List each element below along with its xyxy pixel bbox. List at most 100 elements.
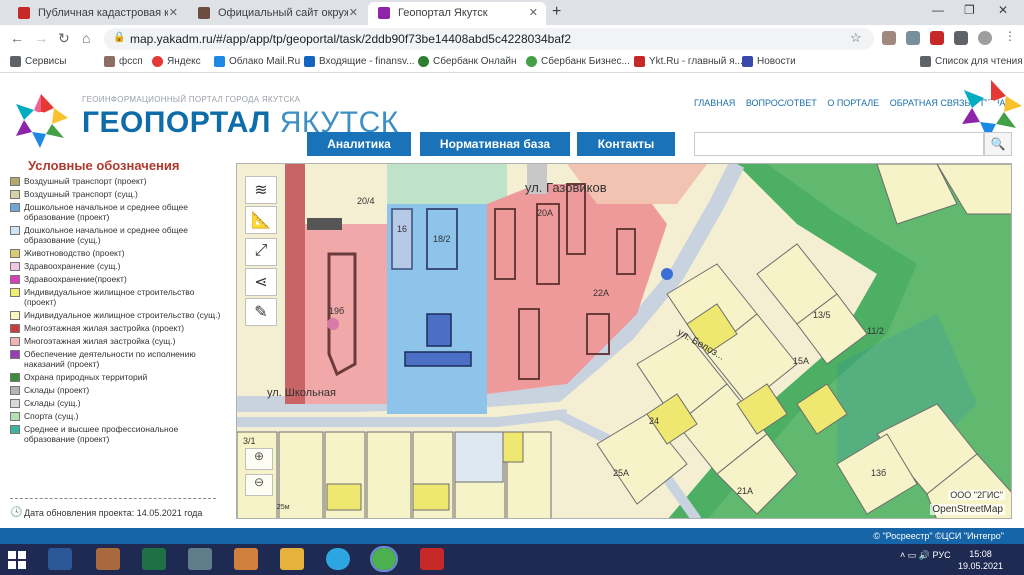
legend-item: Склады (проект)	[8, 385, 226, 395]
sberbank-icon	[526, 56, 537, 67]
legend-swatch	[10, 412, 20, 421]
share-icon[interactable]: ⋖	[245, 268, 277, 296]
calculator-icon[interactable]	[188, 548, 212, 570]
avatar[interactable]	[978, 31, 992, 45]
edit-icon[interactable]: ✎	[245, 298, 277, 326]
extension-icon[interactable]	[882, 31, 896, 45]
menu-about[interactable]: О ПОРТАЛЕ	[827, 98, 879, 108]
reading-list[interactable]: Список для чтения	[920, 56, 1023, 67]
bookmark-services[interactable]: Сервисы	[10, 56, 66, 67]
forward-icon[interactable]: →	[34, 30, 48, 46]
close-window-icon[interactable]: ✕	[998, 3, 1008, 17]
yandex-icon	[152, 56, 163, 67]
legend-item: Многоэтажная жилая застройка (проект)	[8, 323, 226, 333]
map-legend: Условные обозначения Воздушный транспорт…	[8, 158, 226, 528]
legend-item: Обеспечение деятельности по исполнению н…	[8, 349, 226, 369]
regulations-button[interactable]: Нормативная база	[420, 132, 570, 156]
site-favicon-icon	[198, 7, 210, 19]
menu-home[interactable]: ГЛАВНАЯ	[694, 98, 735, 108]
zoom-out-icon[interactable]: ⊖	[245, 474, 273, 496]
reload-icon[interactable]: ↻	[58, 30, 70, 47]
zoom-in-icon[interactable]: ⊕	[245, 448, 273, 470]
legend-item: Здравоохранение(проект)	[8, 274, 226, 284]
attribution-osm[interactable]: OpenStreetMap	[930, 504, 1005, 515]
tab-cadastral[interactable]: Публичная кадастровая карта ✕	[8, 2, 186, 25]
legend-item: Животноводство (проект)	[8, 248, 226, 258]
back-icon[interactable]: ←	[10, 30, 24, 46]
network-icon[interactable]: ▭	[908, 550, 917, 560]
sberbank-icon	[418, 56, 429, 67]
address-bar[interactable]: 🔒 map.yakadm.ru/#/app/app/tp/geoportal/t…	[104, 28, 874, 50]
paint-icon[interactable]	[234, 548, 258, 570]
close-icon[interactable]: ✕	[529, 6, 538, 19]
lot-label: 20А	[537, 208, 553, 218]
minimize-icon[interactable]: —	[932, 3, 944, 17]
site-favicon-icon	[18, 7, 30, 19]
telegram-icon[interactable]	[326, 548, 350, 570]
bookmark-fssp[interactable]: фссп	[104, 56, 143, 67]
copyright-bar: © "Росреестр" ©ЦСИ "Интегро"	[0, 528, 1024, 544]
legend-item: Охрана природных территорий	[8, 372, 226, 382]
apps-grid-icon	[10, 56, 21, 67]
legend-item: Индивидуальное жилищное строительство (с…	[8, 310, 226, 320]
search-icon[interactable]: 🔍	[984, 132, 1012, 156]
chrome-icon[interactable]	[370, 546, 398, 572]
pdf-reader-icon[interactable]	[420, 548, 444, 570]
attribution-2gis: ООО "2ГИС"	[948, 490, 1005, 500]
search-input[interactable]	[694, 132, 984, 156]
bookmark-sberbank-business[interactable]: Сбербанк Бизнес...	[526, 56, 630, 67]
cloud-icon	[214, 56, 225, 67]
taskbar-clock[interactable]: 15:08 19.05.2021	[958, 548, 1003, 572]
lot-label: 3/1	[243, 436, 256, 446]
lot-label: 11/2	[867, 326, 884, 336]
close-icon[interactable]: ✕	[169, 6, 178, 19]
legend-item: Воздушный транспорт (проект)	[8, 176, 226, 186]
lot-label: 22А	[593, 288, 609, 298]
bookmark-sberbank[interactable]: Сбербанк Онлайн	[418, 56, 517, 67]
analytics-button[interactable]: Аналитика	[307, 132, 411, 156]
bookmark-news[interactable]: Новости	[742, 56, 796, 67]
bookmark-cloud-mail[interactable]: Облако Mail.Ru	[214, 56, 300, 67]
layers-icon[interactable]: ≋	[245, 176, 277, 204]
tab-geoportal[interactable]: Геопортал Якутск ✕	[368, 2, 546, 25]
fullscreen-icon[interactable]: ⤢	[245, 238, 277, 266]
legend-update-date: 🕓 Дата обновления проекта: 14.05.2021 год…	[10, 507, 203, 518]
menu-dots-icon[interactable]: ⋮	[1004, 29, 1018, 43]
ruler-icon[interactable]: 📐	[245, 206, 277, 234]
browser-tab-strip: Публичная кадастровая карта ✕ Официальны…	[0, 0, 1024, 25]
bookmarks-bar: Сервисы фссп Яндекс Облако Mail.Ru Входя…	[0, 53, 1024, 73]
windows-start-icon[interactable]	[8, 551, 26, 569]
system-tray: ˄ ▭ 🔊 РУС	[900, 550, 951, 561]
bookmark-ykt[interactable]: Ykt.Ru - главный я...	[634, 56, 743, 67]
legend-swatch	[10, 311, 20, 320]
legend-swatch	[10, 190, 20, 199]
mail-icon	[304, 56, 315, 67]
file-explorer-icon[interactable]	[280, 548, 304, 570]
puzzle-icon[interactable]	[954, 31, 968, 45]
bookmark-inbox[interactable]: Входящие - finansv...	[304, 56, 415, 67]
excel-icon[interactable]	[142, 548, 166, 570]
map-canvas[interactable]: ул. Газовиков ул. Школьная ул. Белоз... …	[236, 163, 1012, 519]
menu-faq[interactable]: ВОПРОС/ОТВЕТ	[746, 98, 817, 108]
extension-icon[interactable]	[930, 31, 944, 45]
language-indicator[interactable]: РУС	[933, 550, 951, 560]
home-icon[interactable]: ⌂	[82, 30, 90, 46]
legend-title: Условные обозначения	[28, 158, 180, 172]
legend-item: Здравоохранение (сущ.)	[8, 261, 226, 271]
lot-label: 16	[397, 224, 407, 234]
lot-label: 19б	[329, 306, 344, 316]
tab-official-site[interactable]: Официальный сайт окружной а ✕	[188, 2, 366, 25]
tray-arrow-icon[interactable]: ˄	[900, 550, 905, 560]
restore-icon[interactable]: ❐	[964, 3, 975, 17]
bookmark-yandex[interactable]: Яндекс	[152, 56, 201, 67]
new-tab-icon[interactable]: +	[552, 3, 561, 21]
legend-item: Дошкольное начальное и среднее общее обр…	[8, 225, 226, 245]
close-icon[interactable]: ✕	[349, 6, 358, 19]
word-icon[interactable]	[48, 548, 72, 570]
extension-icon[interactable]	[906, 31, 920, 45]
volume-icon[interactable]: 🔊	[919, 550, 930, 560]
contacts-button[interactable]: Контакты	[577, 132, 675, 156]
bookmark-star-icon[interactable]: ☆	[850, 30, 862, 46]
photos-folder-icon[interactable]	[96, 548, 120, 570]
site-favicon-icon	[378, 7, 390, 19]
